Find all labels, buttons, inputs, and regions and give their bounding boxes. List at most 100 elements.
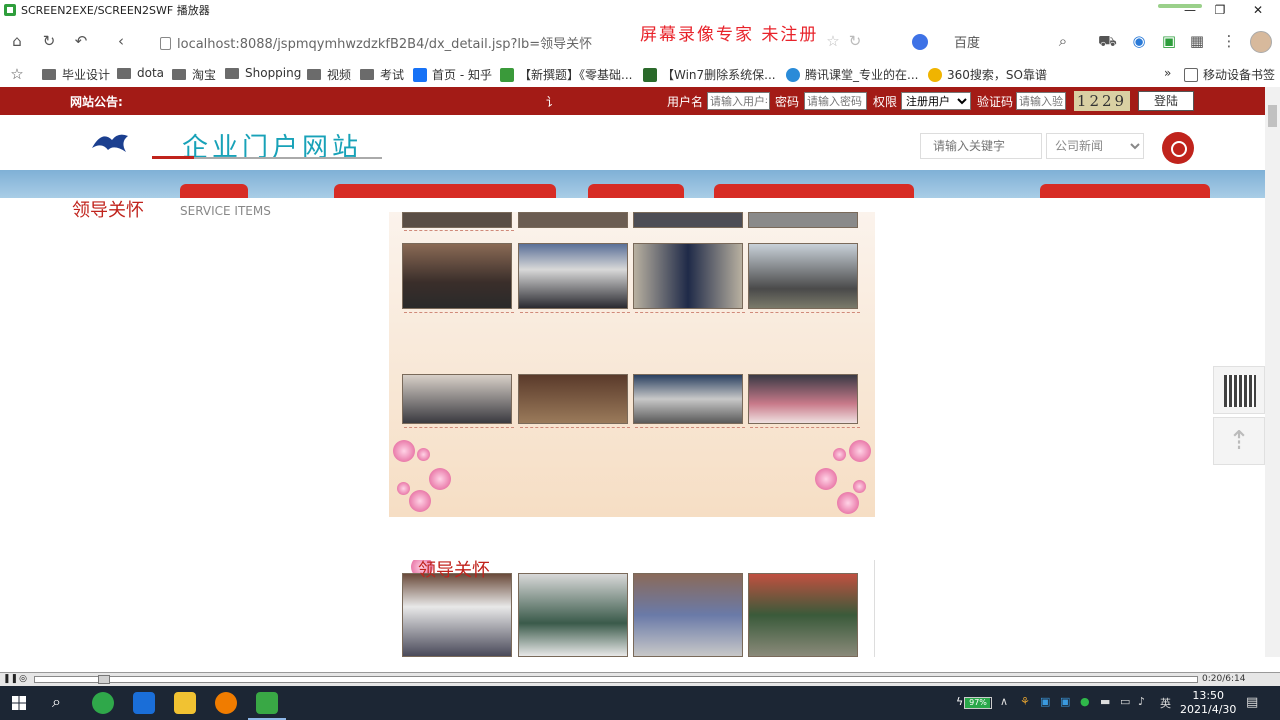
bookmark-link[interactable]: 【新撰题】《零基础... xyxy=(500,66,632,83)
menu-icon[interactable]: ⋮ xyxy=(1220,32,1238,50)
tray-app-icon[interactable]: ▣ xyxy=(1060,695,1070,708)
folder-icon xyxy=(225,67,239,79)
username-input[interactable] xyxy=(707,92,770,110)
clock-time: 13:50 xyxy=(1192,689,1225,702)
bookmark-label: dota xyxy=(137,66,165,80)
search-app-icon[interactable] xyxy=(215,692,237,714)
photo xyxy=(633,573,743,657)
flower-decoration xyxy=(409,490,431,512)
close-button[interactable]: ✕ xyxy=(1240,0,1276,20)
seek-bar[interactable] xyxy=(34,676,1198,683)
site-search-button[interactable] xyxy=(1162,132,1194,164)
banner-image xyxy=(0,170,1265,198)
notification-icon[interactable]: ▤ xyxy=(1246,695,1258,710)
bookmark-link[interactable]: 腾讯课堂_专业的在... xyxy=(786,66,918,83)
cart-icon[interactable]: ⛟ xyxy=(1098,32,1117,50)
system-clock[interactable]: 13:50 2021/4/30 xyxy=(1180,689,1236,717)
flower-decoration xyxy=(397,482,410,495)
bookmark-folder[interactable]: 毕业设计 xyxy=(42,66,110,83)
role-label: 权限 xyxy=(873,95,898,109)
keyword-search-input[interactable] xyxy=(920,133,1042,159)
photo xyxy=(518,243,628,309)
tray-app-icon[interactable]: ▬ xyxy=(1100,695,1110,708)
stop-button[interactable]: ◎ xyxy=(17,674,29,685)
page-info-icon[interactable] xyxy=(160,37,171,50)
banner-decoration xyxy=(334,184,556,198)
bookmark-link[interactable]: 【Win7删除系统保... xyxy=(643,66,776,83)
network-icon[interactable]: ▭ xyxy=(1120,695,1130,708)
password-input[interactable] xyxy=(804,92,867,110)
folder-icon xyxy=(172,69,186,80)
bookmark-label: 移动设备书签 xyxy=(1203,68,1276,82)
role-select[interactable]: 注册用户 xyxy=(901,92,971,110)
recorder-app-icon[interactable] xyxy=(256,692,278,714)
extension-icon[interactable]: ◉ xyxy=(1130,32,1148,50)
photo xyxy=(748,573,858,657)
photo xyxy=(402,243,512,309)
tray-expand-icon[interactable]: ∧ xyxy=(1000,695,1008,708)
more-bookmarks-button[interactable]: » xyxy=(1164,66,1171,80)
photo-caption xyxy=(404,312,514,356)
extension-green-icon[interactable]: ▣ xyxy=(1160,32,1178,50)
section-title: 领导关怀 xyxy=(72,200,144,221)
wechat-icon[interactable]: ● xyxy=(1080,695,1090,708)
windows-start-icon[interactable] xyxy=(12,696,26,710)
bookmark-zhihu[interactable]: 首页 - 知乎 xyxy=(413,66,492,83)
flower-decoration xyxy=(853,480,866,493)
bookmark-folder[interactable]: Shopping xyxy=(225,66,301,80)
file-explorer-icon[interactable] xyxy=(174,692,196,714)
tray-app-icon[interactable]: ▣ xyxy=(1040,695,1050,708)
restore-button[interactable]: ❐ xyxy=(1202,0,1238,20)
home-icon[interactable]: ⌂ xyxy=(8,32,26,50)
bookmark-star-icon[interactable]: ☆ xyxy=(8,65,26,83)
bookmark-folder[interactable]: 考试 xyxy=(360,66,404,83)
company-logo-icon[interactable] xyxy=(90,128,130,154)
browser-app-icon[interactable] xyxy=(92,692,114,714)
profile-avatar[interactable] xyxy=(1250,31,1272,53)
volume-icon[interactable]: ♪ xyxy=(1138,695,1145,708)
mobile-bookmarks[interactable]: 移动设备书签 xyxy=(1184,66,1275,83)
bookmark-folder[interactable]: 视频 xyxy=(307,66,351,83)
player-controls: ❚❚ ◎ 0:20/6:14 xyxy=(0,672,1280,686)
back-icon[interactable]: ‹ xyxy=(112,32,130,50)
back-to-top-button[interactable]: ⇡ xyxy=(1213,417,1265,465)
search-engine-name: 百度 xyxy=(954,36,981,51)
bookmark-folder[interactable]: 淘宝 xyxy=(172,66,216,83)
search-icon[interactable]: ⌕ xyxy=(52,692,61,712)
scrollbar-thumb[interactable] xyxy=(1268,105,1277,127)
star-icon[interactable]: ☆ xyxy=(824,32,842,50)
app-icon[interactable] xyxy=(133,692,155,714)
address-bar[interactable]: localhost:8088/jspmqymhwzdzkfB2B4/dx_det… xyxy=(160,33,592,52)
photo-caption xyxy=(404,427,514,437)
page-scrollbar[interactable] xyxy=(1265,87,1280,657)
search-icon[interactable]: ⌕ xyxy=(1054,32,1072,50)
photo xyxy=(518,374,628,424)
bookmark-link[interactable]: 360搜索，SO靠谱 xyxy=(928,66,1047,83)
battery-indicator[interactable]: 97% xyxy=(964,697,992,709)
ime-indicator[interactable]: 英 xyxy=(1160,695,1171,711)
captcha-input[interactable] xyxy=(1016,92,1066,110)
bookmark-folder[interactable]: dota xyxy=(117,66,164,80)
apps-icon[interactable]: ▦ xyxy=(1188,32,1206,50)
seek-knob[interactable] xyxy=(98,675,110,684)
captcha-image[interactable]: 1229 xyxy=(1074,91,1130,111)
refresh-small-icon[interactable]: ↻ xyxy=(846,32,864,50)
banner-decoration xyxy=(1040,184,1210,198)
captcha-label: 验证码 xyxy=(977,95,1014,109)
undo-icon[interactable]: ↶ xyxy=(72,32,90,50)
photo-caption xyxy=(520,312,630,356)
qr-code-button[interactable] xyxy=(1213,366,1265,414)
tray-app-icon[interactable]: ⚘ xyxy=(1020,695,1030,708)
category-select[interactable]: 公司新闻 xyxy=(1046,133,1144,159)
flower-decoration xyxy=(393,440,415,462)
login-button[interactable]: 登陆 xyxy=(1138,91,1194,111)
reload-icon[interactable]: ↻ xyxy=(40,32,58,50)
pause-button[interactable]: ❚❚ xyxy=(3,674,18,685)
site-login-bar: 网站公告: 讠 用户名 密码 权限 注册用户 验证码 1229 登陆 xyxy=(0,87,1265,115)
photo xyxy=(748,212,858,228)
notice-label: 网站公告: xyxy=(70,95,123,109)
photo xyxy=(633,212,743,228)
site-header: 企业门户网站 公司新闻 xyxy=(0,115,1265,170)
search-engine-selector[interactable]: 百度 xyxy=(912,32,980,51)
photo xyxy=(633,243,743,309)
